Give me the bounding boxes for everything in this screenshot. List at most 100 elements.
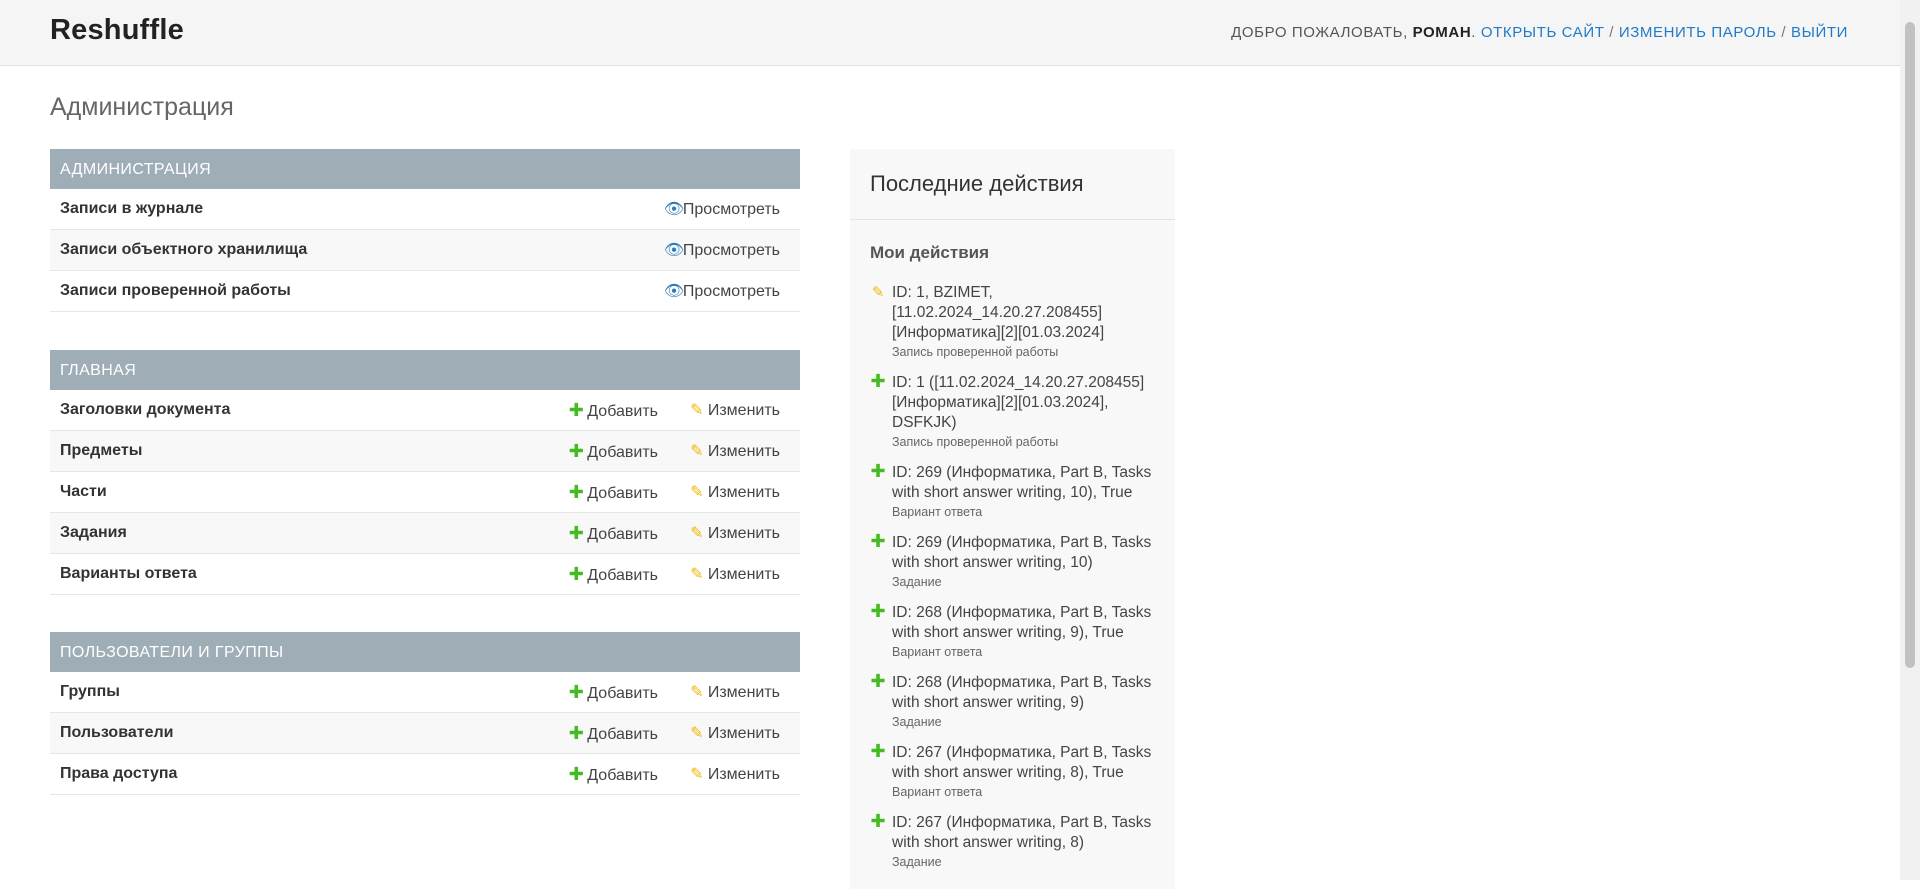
plus-icon: ✚ bbox=[568, 523, 584, 543]
pencil-icon: ✎ bbox=[690, 484, 704, 501]
add-button[interactable]: ✚ Добавить bbox=[568, 682, 658, 703]
scrollbar-thumb[interactable] bbox=[1905, 22, 1915, 668]
add-button[interactable]: ✚ Добавить bbox=[568, 400, 658, 421]
change-password-link[interactable]: Изменить пароль bbox=[1619, 24, 1777, 41]
model-row: Варианты ответа ✚ Добавить ✎ Изменить bbox=[50, 554, 800, 595]
plus-icon: ✚ bbox=[568, 400, 584, 420]
pencil-icon: ✎ bbox=[871, 284, 885, 301]
plus-icon: ✚ bbox=[568, 723, 584, 743]
model-row: Предметы ✚ Добавить ✎ Изменить bbox=[50, 431, 800, 472]
change-button[interactable]: ✎ Изменить bbox=[689, 723, 780, 743]
eye-icon: 👁 bbox=[663, 242, 685, 259]
add-button[interactable]: ✚ Добавить bbox=[568, 441, 658, 462]
action-entry: ✚ ID: 268 (Информатика, Part B, Tasks wi… bbox=[870, 671, 1160, 729]
model-link-tasks[interactable]: Задания bbox=[60, 524, 127, 542]
pencil-icon: ✎ bbox=[690, 566, 704, 583]
action-entry: ✚ ID: 269 (Информатика, Part B, Tasks wi… bbox=[870, 461, 1160, 519]
action-entry: ✚ ID: 269 (Информатика, Part B, Tasks wi… bbox=[870, 531, 1160, 589]
site-header: Reshuffle Добро пожаловать, Роман. Откры… bbox=[0, 0, 1900, 66]
model-link-groups[interactable]: Группы bbox=[60, 683, 120, 701]
plus-icon: ✚ bbox=[568, 764, 584, 784]
action-entry: ✚ ID: 1 ([11.02.2024_14.20.27.208455][Ин… bbox=[870, 371, 1160, 449]
welcome-text: Добро пожаловать, bbox=[1231, 24, 1408, 41]
separator: / bbox=[1609, 24, 1615, 41]
username: Роман bbox=[1412, 24, 1472, 41]
model-row: Записи в журнале 👁Просмотреть bbox=[50, 189, 800, 230]
model-row: Записи проверенной работы 👁Просмотреть bbox=[50, 271, 800, 312]
change-button[interactable]: ✎ Изменить bbox=[689, 764, 780, 784]
plus-icon: ✚ bbox=[870, 531, 886, 551]
action-link[interactable]: ID: 269 (Информатика, Part B, Tasks with… bbox=[892, 533, 1160, 573]
model-link-users[interactable]: Пользователи bbox=[60, 724, 173, 742]
page-title: Администрация bbox=[50, 93, 234, 121]
model-row: Права доступа ✚ Добавить ✎ Изменить bbox=[50, 754, 800, 795]
action-content-type: Вариант ответа bbox=[892, 645, 983, 659]
model-link-checked-work-records[interactable]: Записи проверенной работы bbox=[60, 282, 291, 300]
module-administration: Администрация Записи в журнале 👁Просмотр… bbox=[50, 149, 800, 312]
model-link-storage-records[interactable]: Записи объектного хранилища bbox=[60, 241, 307, 259]
module-caption[interactable]: Пользователи и группы bbox=[50, 632, 800, 672]
add-button[interactable]: ✚ Добавить bbox=[568, 723, 658, 744]
plus-icon: ✚ bbox=[870, 741, 886, 761]
vertical-scrollbar[interactable] bbox=[1900, 0, 1920, 880]
action-link[interactable]: ID: 267 (Информатика, Part B, Tasks with… bbox=[892, 813, 1160, 853]
action-link[interactable]: ID: 268 (Информатика, Part B, Tasks with… bbox=[892, 673, 1160, 713]
action-link[interactable]: ID: 267 (Информатика, Part B, Tasks with… bbox=[892, 743, 1160, 783]
model-link-subjects[interactable]: Предметы bbox=[60, 442, 142, 460]
action-content-type: Задание bbox=[892, 575, 942, 589]
module-caption[interactable]: Администрация bbox=[50, 149, 800, 189]
model-link-document-headers[interactable]: Заголовки документа bbox=[60, 401, 230, 419]
model-row: Записи объектного хранилища 👁Просмотреть bbox=[50, 230, 800, 271]
pencil-icon: ✎ bbox=[690, 684, 704, 701]
action-content-type: Запись проверенной работы bbox=[892, 345, 1059, 359]
model-link-permissions[interactable]: Права доступа bbox=[60, 765, 177, 783]
action-content-type: Задание bbox=[892, 715, 942, 729]
view-button[interactable]: 👁Просмотреть bbox=[664, 199, 780, 219]
plus-icon: ✚ bbox=[870, 461, 886, 481]
action-link[interactable]: ID: 269 (Информатика, Part B, Tasks with… bbox=[892, 463, 1160, 503]
module-users-groups: Пользователи и группы Группы ✚ Добавить ✎… bbox=[50, 632, 800, 795]
add-button[interactable]: ✚ Добавить bbox=[568, 482, 658, 503]
recent-actions-title: Последние действия bbox=[870, 171, 1084, 196]
change-button[interactable]: ✎ Изменить bbox=[689, 482, 780, 502]
change-button[interactable]: ✎ Изменить bbox=[689, 564, 780, 584]
change-button[interactable]: ✎ Изменить bbox=[689, 523, 780, 543]
action-link[interactable]: ID: 268 (Информатика, Part B, Tasks with… bbox=[892, 603, 1160, 643]
logout-link[interactable]: Выйти bbox=[1791, 24, 1848, 41]
pencil-icon: ✎ bbox=[690, 766, 704, 783]
change-button[interactable]: ✎ Изменить bbox=[689, 441, 780, 461]
action-entry: ✚ ID: 268 (Информатика, Part B, Tasks wi… bbox=[870, 601, 1160, 659]
model-row: Заголовки документа ✚ Добавить ✎ Изменить bbox=[50, 390, 800, 431]
action-link[interactable]: ID: 1, BZIMET, [11.02.2024_14.20.27.2084… bbox=[892, 283, 1160, 343]
separator: / bbox=[1781, 24, 1787, 41]
model-link-logentry[interactable]: Записи в журнале bbox=[60, 200, 203, 218]
view-button[interactable]: 👁Просмотреть bbox=[664, 281, 780, 301]
pencil-icon: ✎ bbox=[690, 525, 704, 542]
action-content-type: Вариант ответа bbox=[892, 505, 983, 519]
eye-icon: 👁 bbox=[663, 201, 685, 218]
action-entry: ✚ ID: 267 (Информатика, Part B, Tasks wi… bbox=[870, 811, 1160, 869]
add-button[interactable]: ✚ Добавить bbox=[568, 523, 658, 544]
model-row: Группы ✚ Добавить ✎ Изменить bbox=[50, 672, 800, 713]
change-button[interactable]: ✎ Изменить bbox=[689, 682, 780, 702]
recent-actions-panel: Последние действия Мои действия ✎ ID: 1,… bbox=[850, 149, 1175, 889]
my-actions-heading: Мои действия bbox=[870, 243, 990, 262]
view-button[interactable]: 👁Просмотреть bbox=[664, 240, 780, 260]
plus-icon: ✚ bbox=[870, 601, 886, 621]
module-caption[interactable]: Главная bbox=[50, 350, 800, 390]
action-content-type: Запись проверенной работы bbox=[892, 435, 1059, 449]
add-button[interactable]: ✚ Добавить bbox=[568, 564, 658, 585]
plus-icon: ✚ bbox=[568, 682, 584, 702]
change-button[interactable]: ✎ Изменить bbox=[689, 400, 780, 420]
plus-icon: ✚ bbox=[870, 811, 886, 831]
view-site-link[interactable]: Открыть сайт bbox=[1481, 24, 1605, 41]
site-brand[interactable]: Reshuffle bbox=[50, 14, 184, 47]
model-link-answer-options[interactable]: Варианты ответа bbox=[60, 565, 197, 583]
action-link[interactable]: ID: 1 ([11.02.2024_14.20.27.208455][Инфо… bbox=[892, 373, 1160, 433]
add-button[interactable]: ✚ Добавить bbox=[568, 764, 658, 785]
pencil-icon: ✎ bbox=[690, 402, 704, 419]
model-link-parts[interactable]: Части bbox=[60, 483, 107, 501]
model-row: Пользователи ✚ Добавить ✎ Изменить bbox=[50, 713, 800, 754]
model-row: Задания ✚ Добавить ✎ Изменить bbox=[50, 513, 800, 554]
plus-icon: ✚ bbox=[568, 482, 584, 502]
